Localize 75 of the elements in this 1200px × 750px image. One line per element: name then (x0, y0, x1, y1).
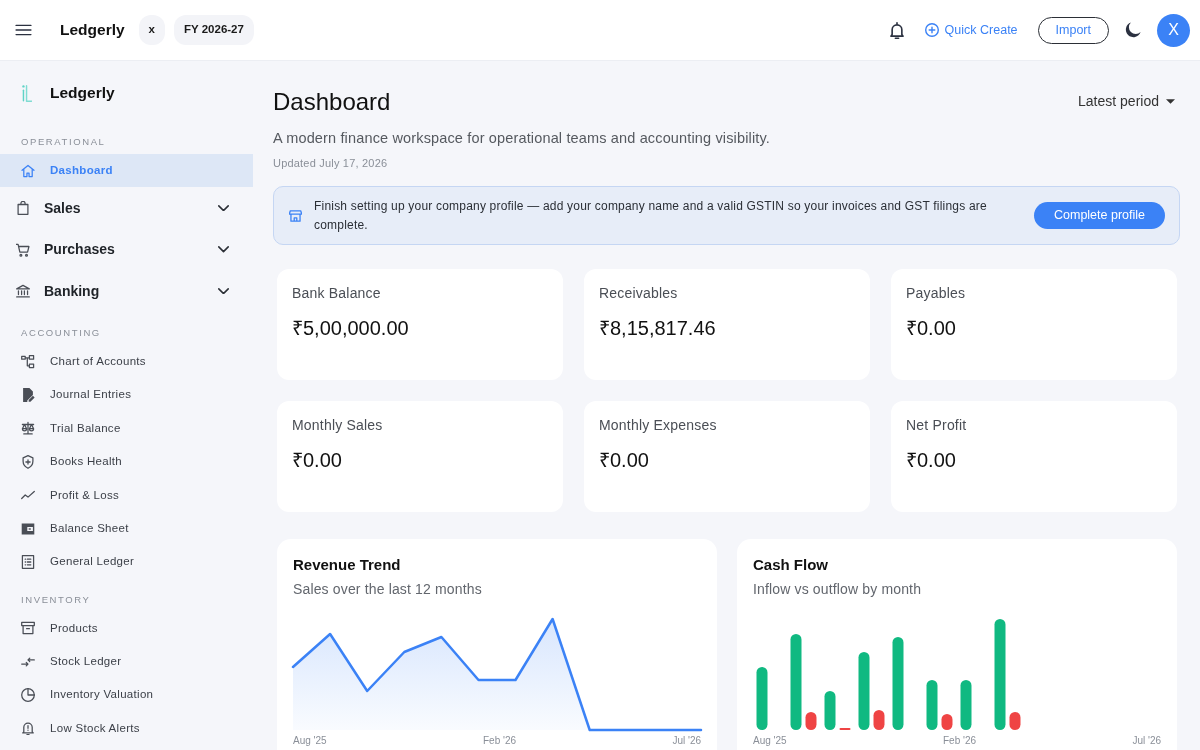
nav-item[interactable]: Inventory Valuation (0, 678, 253, 712)
stat-label: Net Profit (906, 416, 968, 435)
stat-value: ₹0.00 (906, 316, 957, 341)
page-title: Dashboard (273, 87, 391, 116)
notice-text: Finish setting up your company profile — add your company name and a valid GSTIN so your invoices and GST filings are complete. (314, 197, 988, 234)
stat-value: ₹0.00 (292, 448, 343, 473)
bell-alert-icon (21, 721, 35, 736)
chart-subtitle: Inflow vs outflow by month (753, 580, 923, 599)
shield-plus-icon (21, 454, 35, 469)
menu-icon (15, 24, 32, 36)
store-icon (289, 209, 302, 222)
nav-item[interactable]: Journal Entries (0, 378, 253, 412)
nav-item[interactable]: Books Health (0, 445, 253, 479)
nav-group[interactable]: Purchases (0, 228, 253, 271)
nav-group[interactable]: Sales (0, 187, 253, 229)
complete-profile-button[interactable]: Complete profile (1034, 202, 1165, 229)
nav-item[interactable]: Trial Balance (0, 411, 253, 446)
workspace-chip[interactable]: x (138, 15, 165, 45)
nav-item[interactable]: Balance Sheet (0, 511, 253, 546)
stat-value: ₹0.00 (599, 448, 650, 473)
axis-label: Aug '25 (753, 735, 787, 747)
section-heading: INVENTORY (20, 592, 92, 607)
stat-value: ₹8,15,817.46 (599, 316, 717, 341)
chart-subtitle: Sales over the last 12 months (293, 580, 483, 599)
bag-icon (16, 201, 30, 216)
nav-item[interactable]: Chart of Accounts (0, 344, 253, 379)
chart-title: Revenue Trend (293, 555, 402, 575)
stat-label: Payables (906, 284, 967, 303)
nav-item[interactable]: Stock Ledger (0, 645, 253, 679)
axis-label: Jul '26 (672, 735, 701, 747)
menu-button[interactable] (15, 24, 32, 36)
axis-label: Jul '26 (1132, 735, 1161, 747)
nav-item[interactable]: Low Stock Alerts (0, 711, 253, 746)
section-heading: ACCOUNTING (20, 325, 102, 340)
nav-item[interactable]: Products (0, 611, 253, 645)
plus-circle-icon (924, 23, 939, 37)
document-pencil-icon (21, 387, 35, 402)
fiscal-year-chip[interactable]: FY 2026-27 (174, 15, 254, 45)
section-heading: OPERATIONAL (20, 135, 107, 149)
bell-icon (889, 21, 904, 39)
pie-chart-icon (21, 688, 35, 703)
period-dropdown[interactable]: Latest period (1078, 91, 1175, 112)
archive-box-icon (21, 621, 35, 636)
list-icon (21, 554, 35, 569)
stat-value: ₹0.00 (906, 448, 957, 473)
nav-item[interactable]: General Ledger (0, 545, 253, 579)
chart-title: Cash Flow (753, 555, 829, 575)
home-icon (21, 163, 35, 178)
axis-label: Feb '26 (483, 735, 517, 747)
stat-label: Monthly Sales (292, 416, 384, 435)
logo-icon (22, 83, 32, 103)
stat-label: Receivables (599, 284, 679, 303)
stat-label: Bank Balance (292, 284, 382, 303)
cart-icon (16, 242, 30, 257)
wallet-icon (21, 521, 35, 536)
updated-date: Updated July 17, 2026 (273, 156, 389, 171)
scale-icon (21, 421, 35, 436)
nav-item[interactable]: Profit & Loss (0, 478, 253, 512)
nav-group[interactable]: Banking (0, 270, 253, 312)
sidebar-brand-name: Ledgerly (50, 83, 115, 104)
caret-down-icon (1166, 99, 1175, 104)
avatar-button[interactable]: X (1157, 13, 1190, 47)
stat-value: ₹5,00,000.00 (292, 316, 410, 341)
stat-label: Monthly Expenses (599, 416, 718, 435)
app-name: Ledgerly (60, 20, 125, 41)
hierarchy-icon (21, 354, 35, 369)
import-button[interactable]: Import (1037, 16, 1109, 44)
axis-label: Feb '26 (943, 735, 977, 747)
axis-label: Aug '25 (293, 735, 327, 747)
bank-icon (16, 284, 30, 299)
theme-toggle-button[interactable] (1125, 22, 1141, 38)
moon-icon (1125, 22, 1141, 38)
page-subtitle: A modern finance workspace for operational teams and accounting visibility. (273, 129, 771, 148)
notifications-button[interactable] (889, 21, 904, 39)
quick-create-button[interactable]: Quick Create (924, 20, 1018, 40)
